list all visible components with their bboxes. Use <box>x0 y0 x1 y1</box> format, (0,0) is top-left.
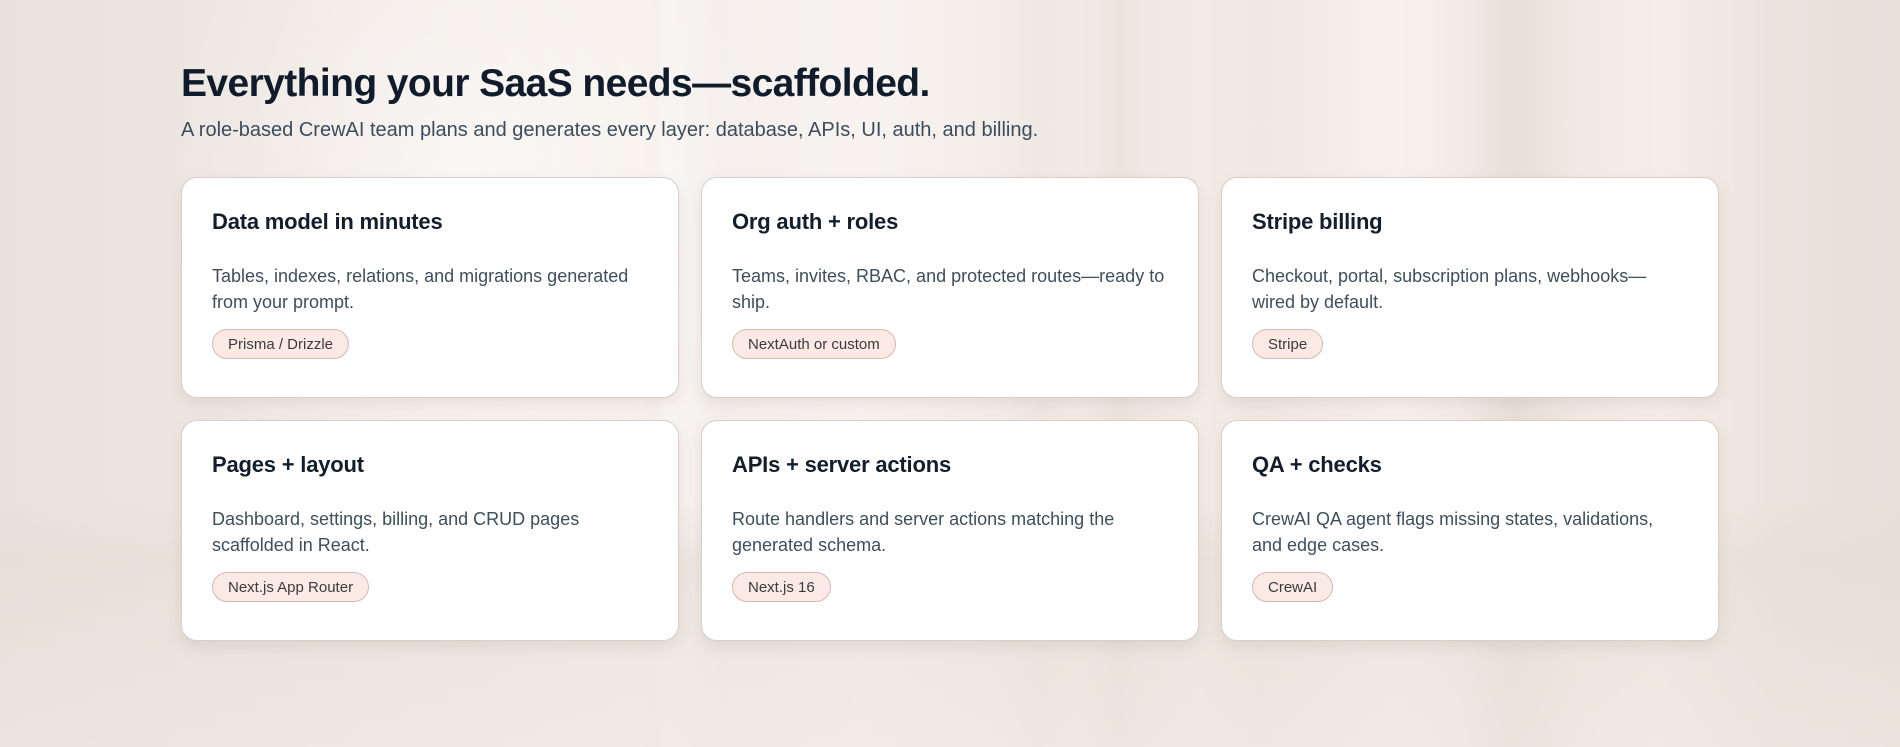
feature-card-description: Teams, invites, RBAC, and protected rout… <box>732 266 1165 312</box>
feature-card-title: Data model in minutes <box>212 209 443 234</box>
section-subtitle: A role-based CrewAI team plans and gener… <box>181 119 1039 141</box>
feature-card-description: Route handlers and server actions matchi… <box>732 509 1115 555</box>
feature-card-title: QA + checks <box>1252 452 1382 477</box>
feature-card-description: Tables, indexes, relations, and migratio… <box>212 266 629 312</box>
feature-card-apis: APIs + server actions Route handlers and… <box>701 420 1199 641</box>
feature-card-title: Stripe billing <box>1252 209 1383 234</box>
feature-card-description: Dashboard, settings, billing, and CRUD p… <box>212 509 580 555</box>
feature-card-stripe-billing: Stripe billing Checkout, portal, subscri… <box>1221 177 1719 398</box>
feature-tag: Next.js App Router <box>212 572 370 602</box>
feature-card-data-model: Data model in minutes Tables, indexes, r… <box>181 177 679 398</box>
feature-card-title: Pages + layout <box>212 452 364 477</box>
features-section: Everything your SaaS needs—scaffolded. A… <box>181 58 1721 641</box>
feature-tag: Next.js 16 <box>732 572 831 602</box>
feature-card-title: APIs + server actions <box>732 452 951 477</box>
feature-tag: NextAuth or custom <box>732 329 896 359</box>
feature-tag: Stripe <box>1252 329 1324 359</box>
feature-tag: Prisma / Drizzle <box>212 329 350 359</box>
feature-card-description: CrewAI QA agent flags missing states, va… <box>1252 509 1654 555</box>
feature-card-pages-layout: Pages + layout Dashboard, settings, bill… <box>181 420 679 641</box>
feature-card-qa-checks: QA + checks CrewAI QA agent flags missin… <box>1221 420 1719 641</box>
feature-card-title: Org auth + roles <box>732 209 899 234</box>
feature-card-org-auth: Org auth + roles Teams, invites, RBAC, a… <box>701 177 1199 398</box>
feature-tag: CrewAI <box>1252 572 1334 602</box>
section-title: Everything your SaaS needs—scaffolded. <box>181 62 930 105</box>
feature-grid: Data model in minutes Tables, indexes, r… <box>181 177 1721 641</box>
feature-card-description: Checkout, portal, subscription plans, we… <box>1252 266 1647 312</box>
